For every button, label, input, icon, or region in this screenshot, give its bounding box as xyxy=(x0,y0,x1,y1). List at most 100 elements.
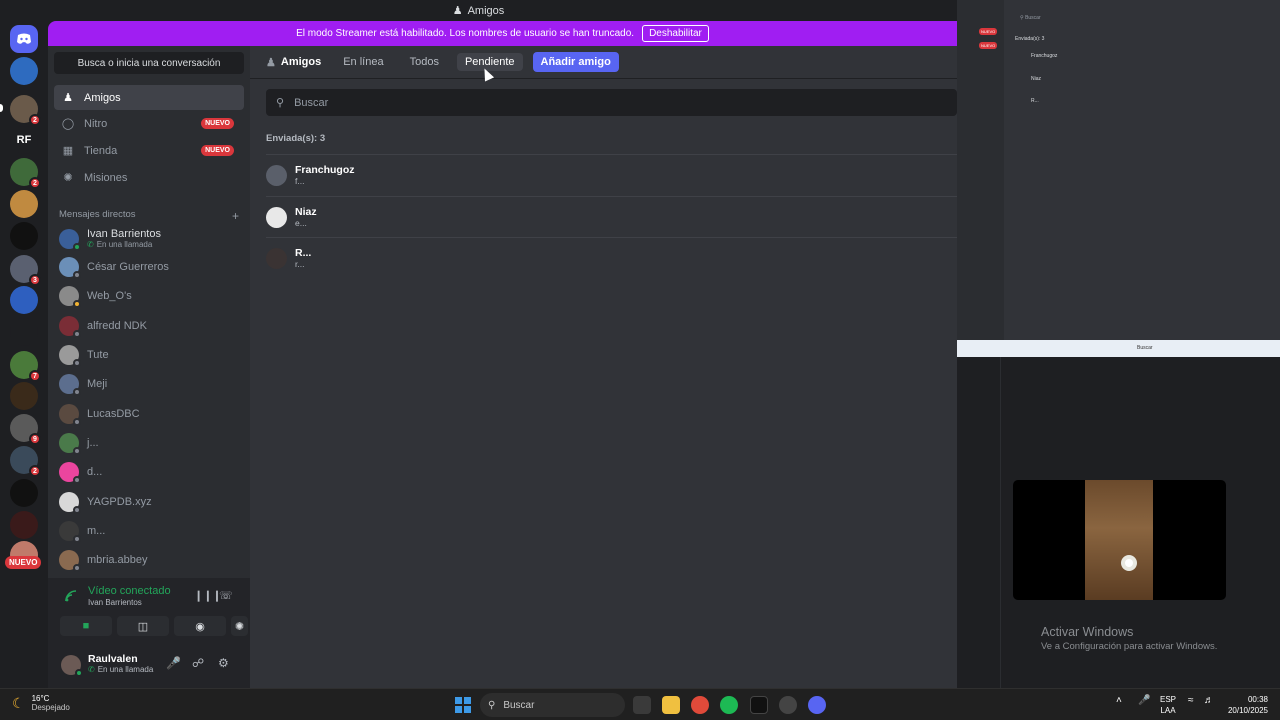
time: 00:38 xyxy=(1247,695,1268,704)
file-explorer-icon[interactable] xyxy=(662,696,680,714)
video-tile[interactable] xyxy=(1013,480,1226,600)
server-icon[interactable] xyxy=(10,382,38,410)
server-icon[interactable] xyxy=(10,286,38,314)
chevron-up-icon[interactable]: ˄ xyxy=(1116,695,1122,706)
user-status-text: En una llamada xyxy=(97,665,154,674)
dm-item[interactable]: Tute xyxy=(54,341,244,368)
clock[interactable]: 00:38 20/10/2025 xyxy=(1228,694,1268,716)
server-icon[interactable]: 7 xyxy=(10,351,41,382)
dm-item[interactable]: mbria.abbey xyxy=(54,546,244,573)
headphones-icon[interactable]: ☍ xyxy=(192,656,204,670)
volume-icon[interactable]: ♬ xyxy=(1204,695,1214,706)
avatar[interactable] xyxy=(61,655,83,677)
server-icon[interactable] xyxy=(10,511,38,539)
screen-share-button[interactable]: ◫ xyxy=(117,616,169,636)
preview-main: ⚲ Buscar Enviada(s): 3 Franchugoz Niaz R… xyxy=(1004,0,1280,340)
avatar xyxy=(59,373,81,396)
avatar xyxy=(59,228,81,251)
server-icon[interactable] xyxy=(10,222,38,250)
dm-item[interactable]: Meji xyxy=(54,370,244,397)
noise-suppression-icon[interactable]: ❙❙❙ xyxy=(194,589,222,602)
server-icon[interactable]: 3 xyxy=(10,255,41,286)
dm-name: Tute xyxy=(87,348,109,361)
server-icon[interactable]: RF xyxy=(10,126,38,154)
server-icon[interactable] xyxy=(10,318,38,346)
task-view-icon[interactable] xyxy=(633,696,651,714)
server-icon[interactable]: 2 xyxy=(10,446,41,477)
spotify-icon[interactable] xyxy=(720,696,738,714)
mention-badge: 9 xyxy=(29,433,41,445)
camera-button[interactable]: ■ xyxy=(60,616,112,636)
app-icon[interactable] xyxy=(750,696,768,714)
dm-name: Ivan Barrientos xyxy=(87,228,161,240)
microphone-icon[interactable]: 🎤 xyxy=(166,656,181,670)
soundboard-button[interactable]: ✺ xyxy=(231,616,248,636)
server-icon[interactable] xyxy=(10,190,38,218)
screen-share-icon: ◫ xyxy=(137,620,149,633)
dm-item[interactable]: m... xyxy=(54,517,244,544)
keyboard-layout: LAA xyxy=(1160,706,1176,715)
window-title: Amigos xyxy=(467,4,505,17)
signal-icon[interactable] xyxy=(64,589,78,603)
server-icon[interactable] xyxy=(10,479,38,507)
start-button[interactable] xyxy=(455,697,471,713)
gear-icon[interactable]: ⚙ xyxy=(218,656,229,670)
status-indicator xyxy=(73,387,81,396)
dm-item[interactable]: alfredd NDK xyxy=(54,312,244,339)
dm-item[interactable]: d... xyxy=(54,458,244,485)
server-icon[interactable] xyxy=(10,57,38,85)
dm-item[interactable]: LucasDBC xyxy=(54,400,244,427)
avatar xyxy=(266,164,287,186)
activities-button[interactable]: ◉ xyxy=(174,616,226,636)
status-indicator xyxy=(73,329,81,338)
server-icon[interactable]: 2 xyxy=(10,95,41,126)
discord-taskbar-icon[interactable] xyxy=(808,696,826,714)
avatar xyxy=(59,285,81,308)
discord-home-icon[interactable] xyxy=(10,25,38,53)
wifi-icon[interactable]: ≈ xyxy=(1188,695,1194,706)
taskbar-search[interactable]: ⚲ Buscar xyxy=(480,693,625,717)
sidebar-item-label: Amigos xyxy=(84,91,121,104)
add-friend-button[interactable]: Añadir amigo xyxy=(532,52,619,72)
new-badge: NUEVO xyxy=(5,556,42,569)
tab-all[interactable]: Todos xyxy=(402,53,447,71)
avatar xyxy=(59,491,81,514)
friend-request-row[interactable]: Niaz e... xyxy=(266,196,957,237)
weather-widget[interactable]: ☾ 16°C Despejado xyxy=(12,694,70,712)
disconnect-icon[interactable]: ☏ xyxy=(219,589,233,602)
tab-online[interactable]: En línea xyxy=(335,53,391,71)
friend-request-row[interactable]: R... r... xyxy=(266,237,957,278)
sidebar-item-friends[interactable]: ♟ Amigos xyxy=(54,85,244,110)
dm-subtitle: ✆ En una llamada xyxy=(87,240,161,249)
sidebar-item-quests[interactable]: ✺ Misiones xyxy=(54,165,244,190)
voice-connection-panel: Vídeo conectado Ivan Barrientos ❙❙❙ ☏ ■ … xyxy=(48,578,250,646)
activate-windows-watermark: Activar Windows Ve a Configuración para … xyxy=(1041,625,1217,652)
windows-taskbar: ☾ 16°C Despejado ⚲ Buscar ˄ 🎤 ESP LAA ≈ … xyxy=(0,688,1280,720)
nitro-icon: ◯ xyxy=(61,118,75,130)
app-icon[interactable] xyxy=(779,696,797,714)
friends-search-input[interactable]: ⚲ Buscar xyxy=(266,89,957,116)
server-icon[interactable]: 2 xyxy=(10,158,41,189)
create-dm-button[interactable]: + xyxy=(232,209,239,223)
sidebar-item-nitro[interactable]: ◯ Nitro NUEVO xyxy=(54,111,244,136)
sidebar-item-shop[interactable]: ▦ Tienda NUEVO xyxy=(54,138,244,163)
preview-row-name: R... xyxy=(1031,98,1039,104)
dm-item[interactable]: César Guerreros xyxy=(54,253,244,280)
dm-item[interactable]: Web_O's xyxy=(54,282,244,309)
search-icon: ⚲ xyxy=(276,97,285,109)
dm-item[interactable]: YAGPDB.xyz xyxy=(54,488,244,515)
microphone-icon[interactable]: 🎤 xyxy=(1138,695,1150,706)
dm-item[interactable]: j... xyxy=(54,429,244,456)
status-indicator xyxy=(73,475,81,484)
language-indicator[interactable]: ESP LAA xyxy=(1160,694,1176,716)
chrome-icon[interactable] xyxy=(691,696,709,714)
server-icon[interactable]: 9 xyxy=(10,414,41,445)
preview-search: ⚲ Buscar xyxy=(1020,15,1041,21)
preview-badge: NUEVO xyxy=(979,42,998,49)
disable-streamer-button[interactable]: Deshabilitar xyxy=(642,25,709,42)
find-conversation-button[interactable]: Busca o inicia una conversación xyxy=(54,52,244,74)
dm-item[interactable]: Ivan Barrientos ✆ En una llamada xyxy=(54,225,244,252)
friend-request-row[interactable]: Franchugoz f... xyxy=(266,154,957,195)
friends-icon: ♟ xyxy=(266,56,276,69)
friend-name: R... xyxy=(295,247,312,259)
